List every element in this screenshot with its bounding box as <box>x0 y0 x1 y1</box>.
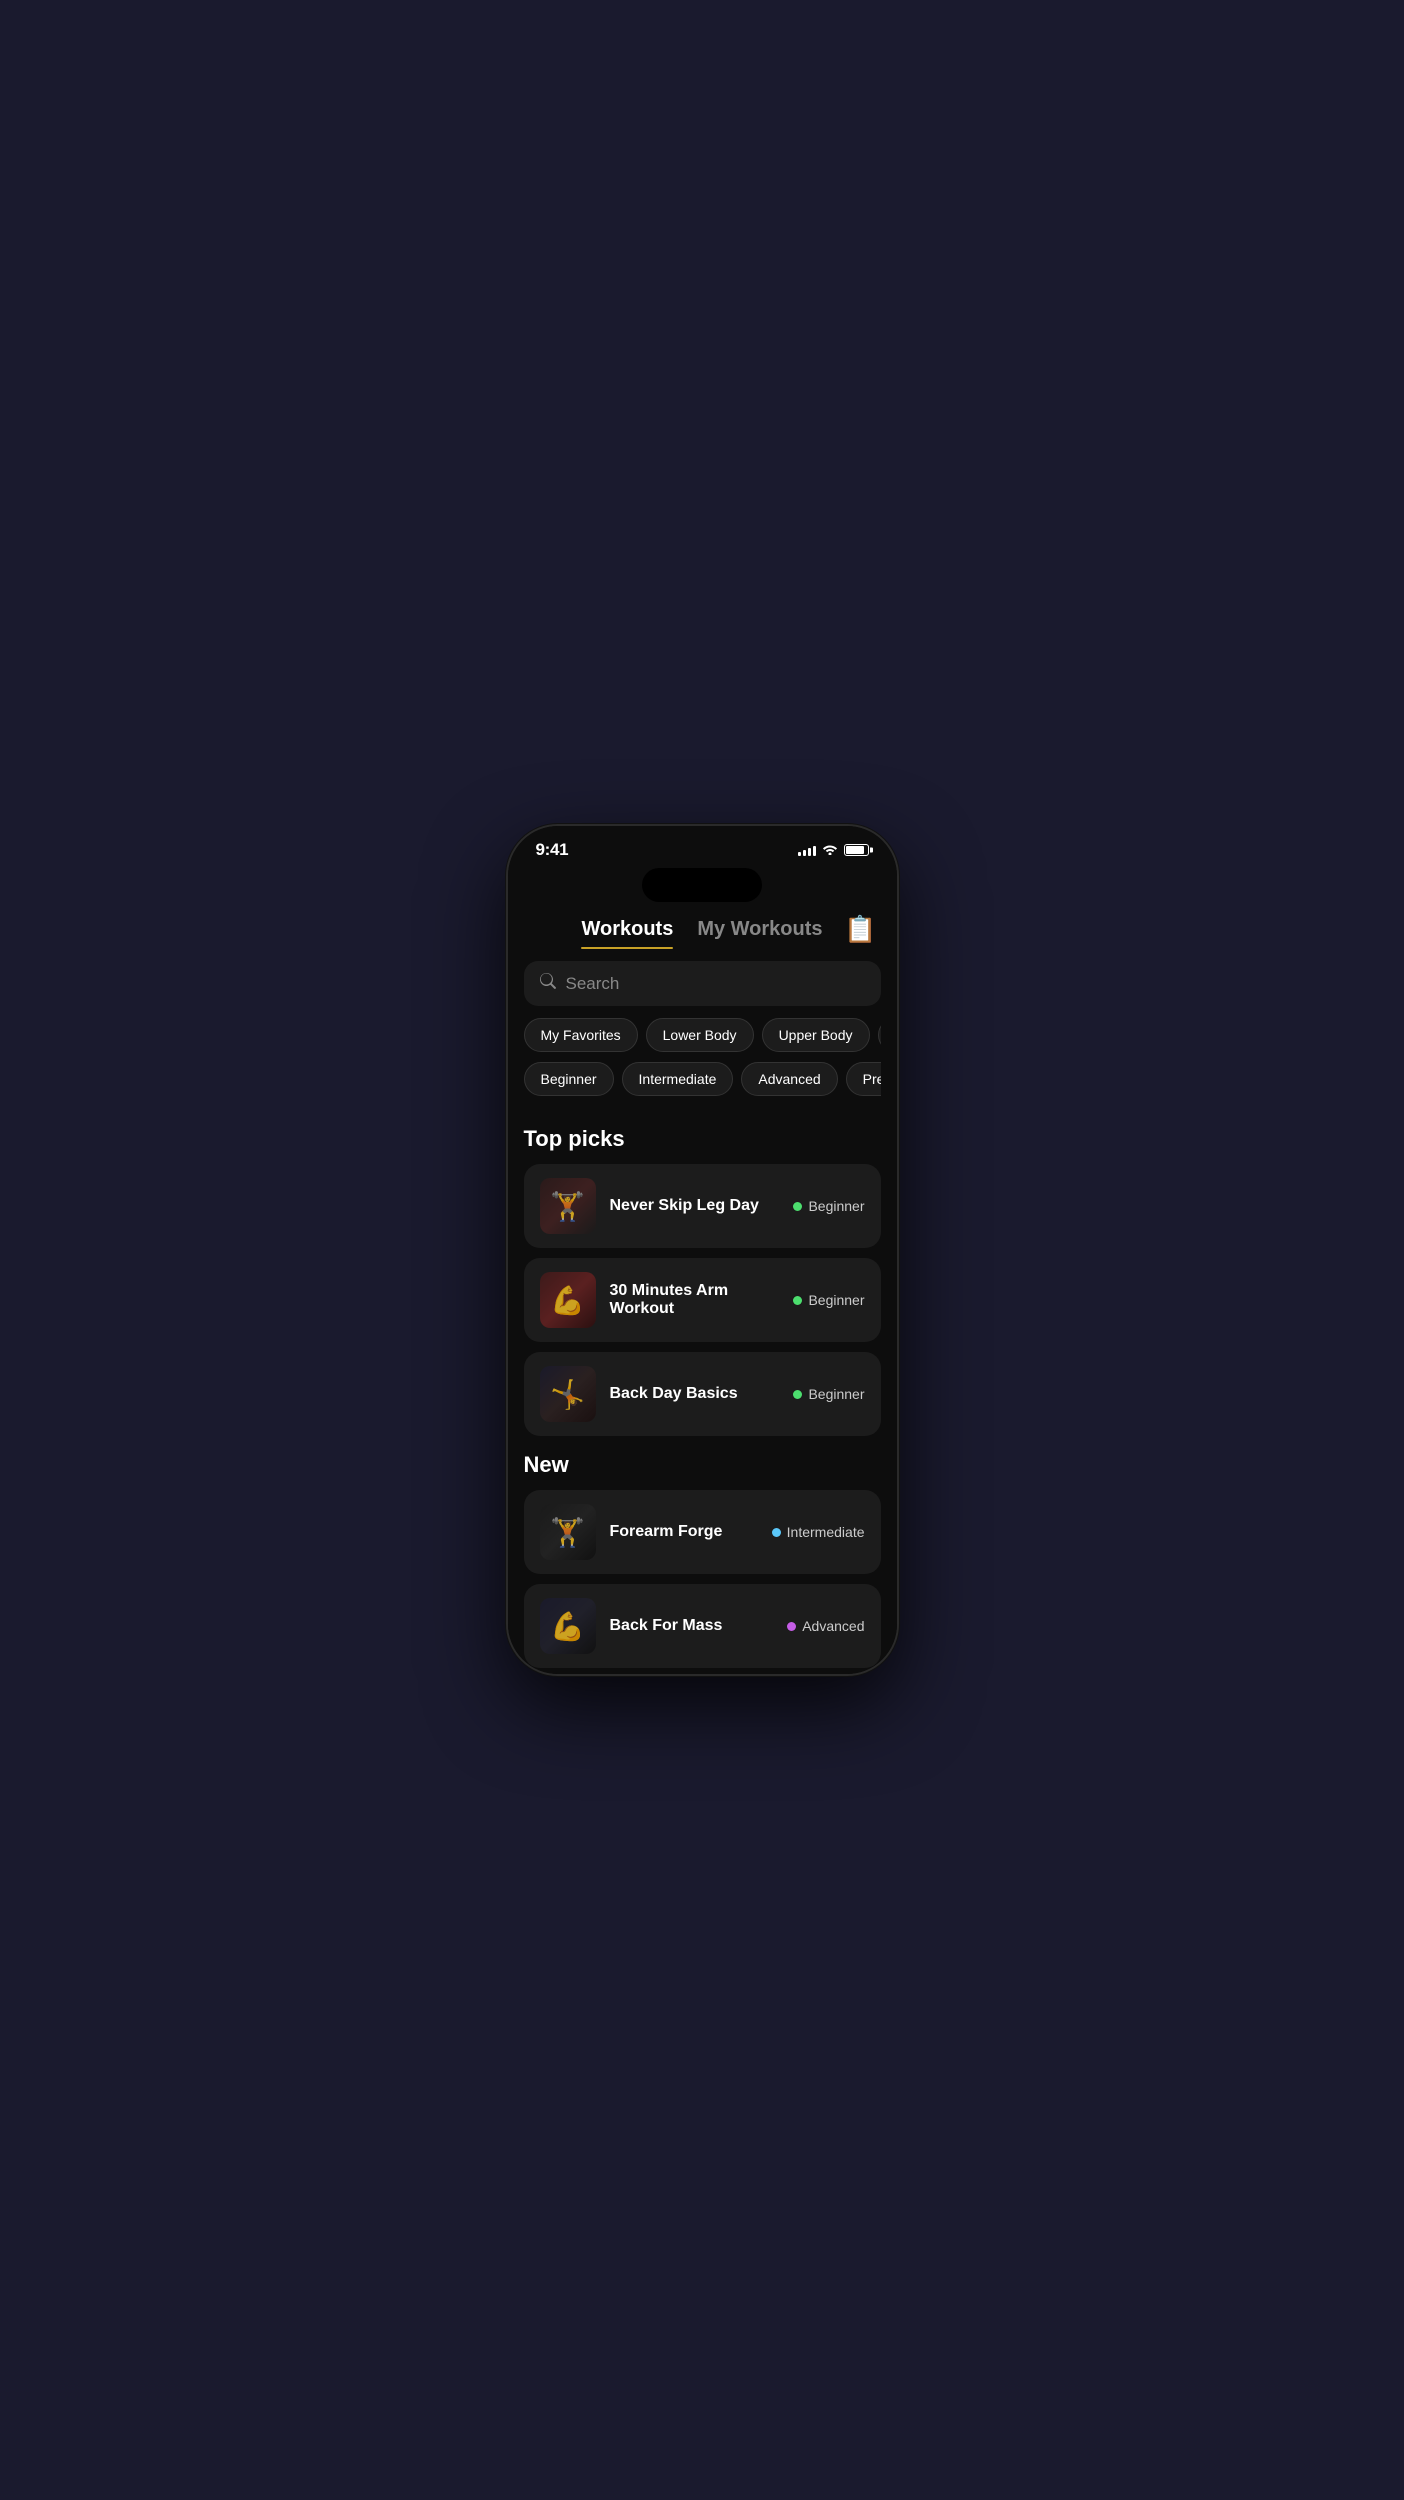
filter-lower-body[interactable]: Lower Body <box>646 1018 754 1052</box>
clipboard-icon[interactable]: 📋 <box>844 914 876 945</box>
arm-figure-icon: 💪 <box>550 1284 585 1317</box>
workout-thumbnail-forearm: 🏋️ <box>540 1504 596 1560</box>
leg-figure-icon: 🏋️ <box>550 1190 585 1223</box>
workout-info-mass: Back For Mass <box>596 1617 788 1635</box>
difficulty-label-arm: Beginner <box>808 1292 864 1308</box>
tab-navigation: Workouts My Workouts 📋 <box>508 906 897 961</box>
workout-thumbnail-back: 🤸 <box>540 1366 596 1422</box>
filter-full-body[interactable]: Full Body <box>878 1018 881 1052</box>
difficulty-dot-leg <box>793 1202 802 1211</box>
filter-intermediate[interactable]: Intermediate <box>622 1062 734 1096</box>
workout-name-arm: 30 Minutes Arm Workout <box>610 1282 794 1318</box>
phone-screen: 9:41 <box>508 826 897 1674</box>
workout-info-forearm: Forearm Forge <box>596 1523 772 1541</box>
signal-icon <box>798 844 816 856</box>
section-top-picks-title: Top picks <box>524 1126 881 1152</box>
filter-pregnancy-safe[interactable]: Pregnancy Safe <box>846 1062 881 1096</box>
workout-name-leg: Never Skip Leg Day <box>610 1197 794 1215</box>
filter-row-1: My Favorites Lower Body Upper Body Full … <box>524 1018 881 1058</box>
difficulty-label-mass: Advanced <box>802 1618 864 1634</box>
workout-card-back-for-mass[interactable]: 💪 Back For Mass Advanced <box>524 1584 881 1668</box>
status-bar: 9:41 <box>508 826 897 868</box>
mass-figure-icon: 💪 <box>550 1610 585 1643</box>
wifi-icon <box>822 842 838 858</box>
workout-badge-leg: Beginner <box>793 1198 864 1214</box>
status-icons <box>798 842 869 858</box>
status-time: 9:41 <box>536 840 569 860</box>
workout-badge-arm: Beginner <box>793 1292 864 1308</box>
difficulty-label-leg: Beginner <box>808 1198 864 1214</box>
workout-info-leg: Never Skip Leg Day <box>596 1197 794 1215</box>
workout-info-arm: 30 Minutes Arm Workout <box>596 1282 794 1318</box>
back-figure-icon: 🤸 <box>550 1378 585 1411</box>
filter-row-2: Beginner Intermediate Advanced Pregnancy… <box>524 1062 881 1102</box>
battery-icon <box>844 844 869 856</box>
workout-name-mass: Back For Mass <box>610 1617 788 1635</box>
tab-workouts[interactable]: Workouts <box>569 914 685 945</box>
dynamic-island <box>642 868 762 902</box>
forearm-figure-icon: 🏋️ <box>550 1516 585 1549</box>
workout-card-arm-workout[interactable]: 💪 30 Minutes Arm Workout Beginner <box>524 1258 881 1342</box>
search-bar[interactable]: Search <box>524 961 881 1006</box>
difficulty-label-forearm: Intermediate <box>787 1524 865 1540</box>
workout-card-never-skip-leg-day[interactable]: 🏋️ Never Skip Leg Day Beginner <box>524 1164 881 1248</box>
workout-thumbnail-arm: 💪 <box>540 1272 596 1328</box>
workout-card-forearm-forge[interactable]: 🏋️ Forearm Forge Intermediate <box>524 1490 881 1574</box>
workout-card-back-day-basics[interactable]: 🤸 Back Day Basics Beginner <box>524 1352 881 1436</box>
filter-upper-body[interactable]: Upper Body <box>762 1018 870 1052</box>
scroll-content: Top picks 🏋️ Never Skip Leg Day Beginner… <box>508 1102 897 1674</box>
filter-advanced[interactable]: Advanced <box>741 1062 837 1096</box>
workout-name-forearm: Forearm Forge <box>610 1523 772 1541</box>
tab-my-workouts[interactable]: My Workouts <box>685 914 834 945</box>
difficulty-label-back: Beginner <box>808 1386 864 1402</box>
workout-badge-mass: Advanced <box>787 1618 864 1634</box>
phone-frame: 9:41 <box>506 824 899 1676</box>
workout-info-back: Back Day Basics <box>596 1385 794 1403</box>
search-icon <box>540 973 556 994</box>
workout-thumbnail-mass: 💪 <box>540 1598 596 1654</box>
difficulty-dot-mass <box>787 1622 796 1631</box>
section-new-title: New <box>524 1452 881 1478</box>
workout-badge-back: Beginner <box>793 1386 864 1402</box>
workout-name-back: Back Day Basics <box>610 1385 794 1403</box>
filter-beginner[interactable]: Beginner <box>524 1062 614 1096</box>
search-container: Search <box>508 961 897 1018</box>
difficulty-dot-arm <box>793 1296 802 1305</box>
search-placeholder: Search <box>566 974 620 994</box>
workout-thumbnail-leg: 🏋️ <box>540 1178 596 1234</box>
difficulty-dot-forearm <box>772 1528 781 1537</box>
filter-section: My Favorites Lower Body Upper Body Full … <box>508 1018 897 1102</box>
workout-badge-forearm: Intermediate <box>772 1524 865 1540</box>
difficulty-dot-back <box>793 1390 802 1399</box>
filter-my-favorites[interactable]: My Favorites <box>524 1018 638 1052</box>
